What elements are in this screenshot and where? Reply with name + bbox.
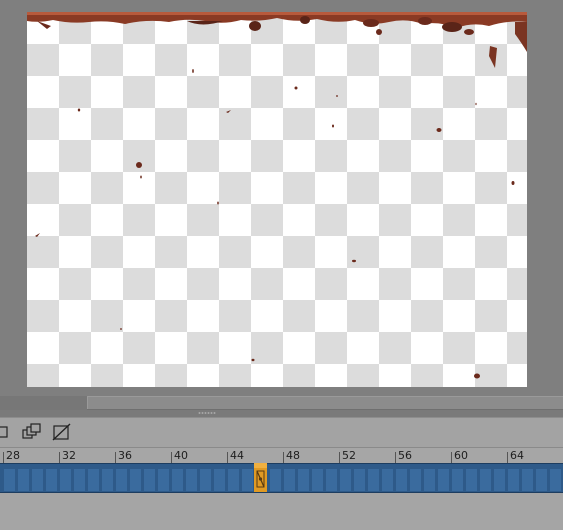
frame-cell[interactable] xyxy=(46,469,57,491)
frame-cell[interactable] xyxy=(340,469,351,491)
frame-cell[interactable] xyxy=(382,469,393,491)
frame-cell[interactable] xyxy=(368,469,379,491)
timeline-toolbar xyxy=(0,417,563,447)
ruler-label-28: 28 xyxy=(6,449,20,462)
timeline-ruler[interactable]: 28 32 36 40 44 48 52 56 60 64 xyxy=(0,447,563,463)
ruler-tick xyxy=(507,452,508,463)
ruler-tick xyxy=(283,452,284,463)
ruler-label-40: 40 xyxy=(174,449,188,462)
ruler-tick xyxy=(451,452,452,463)
frame-cell[interactable] xyxy=(466,469,477,491)
ruler-tick xyxy=(59,452,60,463)
frame-cell[interactable] xyxy=(242,469,253,491)
frame-cell[interactable] xyxy=(200,469,211,491)
frame-track[interactable] xyxy=(0,463,563,493)
ruler-label-64: 64 xyxy=(510,449,524,462)
multi-frame-icon[interactable] xyxy=(22,422,42,442)
frame-cell[interactable] xyxy=(116,469,127,491)
playhead[interactable] xyxy=(254,463,267,492)
ruler-tick xyxy=(227,452,228,463)
frame-cell[interactable] xyxy=(410,469,421,491)
ruler-label-44: 44 xyxy=(230,449,244,462)
ruler-tick xyxy=(3,452,4,463)
frame-cell[interactable] xyxy=(74,469,85,491)
ruler-label-52: 52 xyxy=(342,449,356,462)
canvas-area[interactable] xyxy=(0,0,563,396)
scrollbar-track[interactable] xyxy=(0,396,87,410)
frame-cell[interactable] xyxy=(102,469,113,491)
frame-cell[interactable] xyxy=(158,469,169,491)
frame-cell[interactable] xyxy=(88,469,99,491)
frame-cell[interactable] xyxy=(438,469,449,491)
frame-cell[interactable] xyxy=(494,469,505,491)
ruler-label-48: 48 xyxy=(286,449,300,462)
frame-cell[interactable] xyxy=(312,469,323,491)
frame-cell[interactable] xyxy=(550,469,561,491)
ruler-tick xyxy=(339,452,340,463)
frame-cell[interactable] xyxy=(172,469,183,491)
frame-cell[interactable] xyxy=(144,469,155,491)
drawing-stage[interactable] xyxy=(27,12,527,387)
frame-cell[interactable] xyxy=(298,469,309,491)
ruler-tick xyxy=(171,452,172,463)
frame-cell[interactable] xyxy=(32,469,43,491)
frame-cell[interactable] xyxy=(270,469,281,491)
frame-cell[interactable] xyxy=(396,469,407,491)
frame-cell[interactable] xyxy=(508,469,519,491)
frame-cell[interactable] xyxy=(284,469,295,491)
frame-cell[interactable] xyxy=(424,469,435,491)
ruler-tick xyxy=(395,452,396,463)
frame-cell[interactable] xyxy=(186,469,197,491)
paint-layer xyxy=(27,12,527,379)
ruler-label-32: 32 xyxy=(62,449,76,462)
frame-cell[interactable] xyxy=(452,469,463,491)
ruler-label-60: 60 xyxy=(454,449,468,462)
ruler-tick xyxy=(115,452,116,463)
frame-cell[interactable] xyxy=(354,469,365,491)
frame-cell[interactable] xyxy=(522,469,533,491)
no-onion-icon[interactable] xyxy=(52,422,72,442)
frame-cell[interactable] xyxy=(228,469,239,491)
horizontal-scrollbar[interactable] xyxy=(0,396,563,410)
frame-cell[interactable] xyxy=(130,469,141,491)
frame-cell[interactable] xyxy=(4,469,15,491)
splitter-grip-icon[interactable] xyxy=(198,412,216,414)
frame-cell[interactable] xyxy=(60,469,71,491)
frame-cell[interactable] xyxy=(480,469,491,491)
ruler-label-36: 36 xyxy=(118,449,132,462)
frame-cell[interactable] xyxy=(536,469,547,491)
timeline-footer xyxy=(0,493,563,530)
frame-cell[interactable] xyxy=(18,469,29,491)
onion-skin-icon[interactable] xyxy=(0,422,12,442)
scrollbar-thumb[interactable] xyxy=(87,396,563,409)
ruler-label-56: 56 xyxy=(398,449,412,462)
frame-cell[interactable] xyxy=(214,469,225,491)
panel-splitter[interactable] xyxy=(0,410,563,417)
frame-cell[interactable] xyxy=(326,469,337,491)
